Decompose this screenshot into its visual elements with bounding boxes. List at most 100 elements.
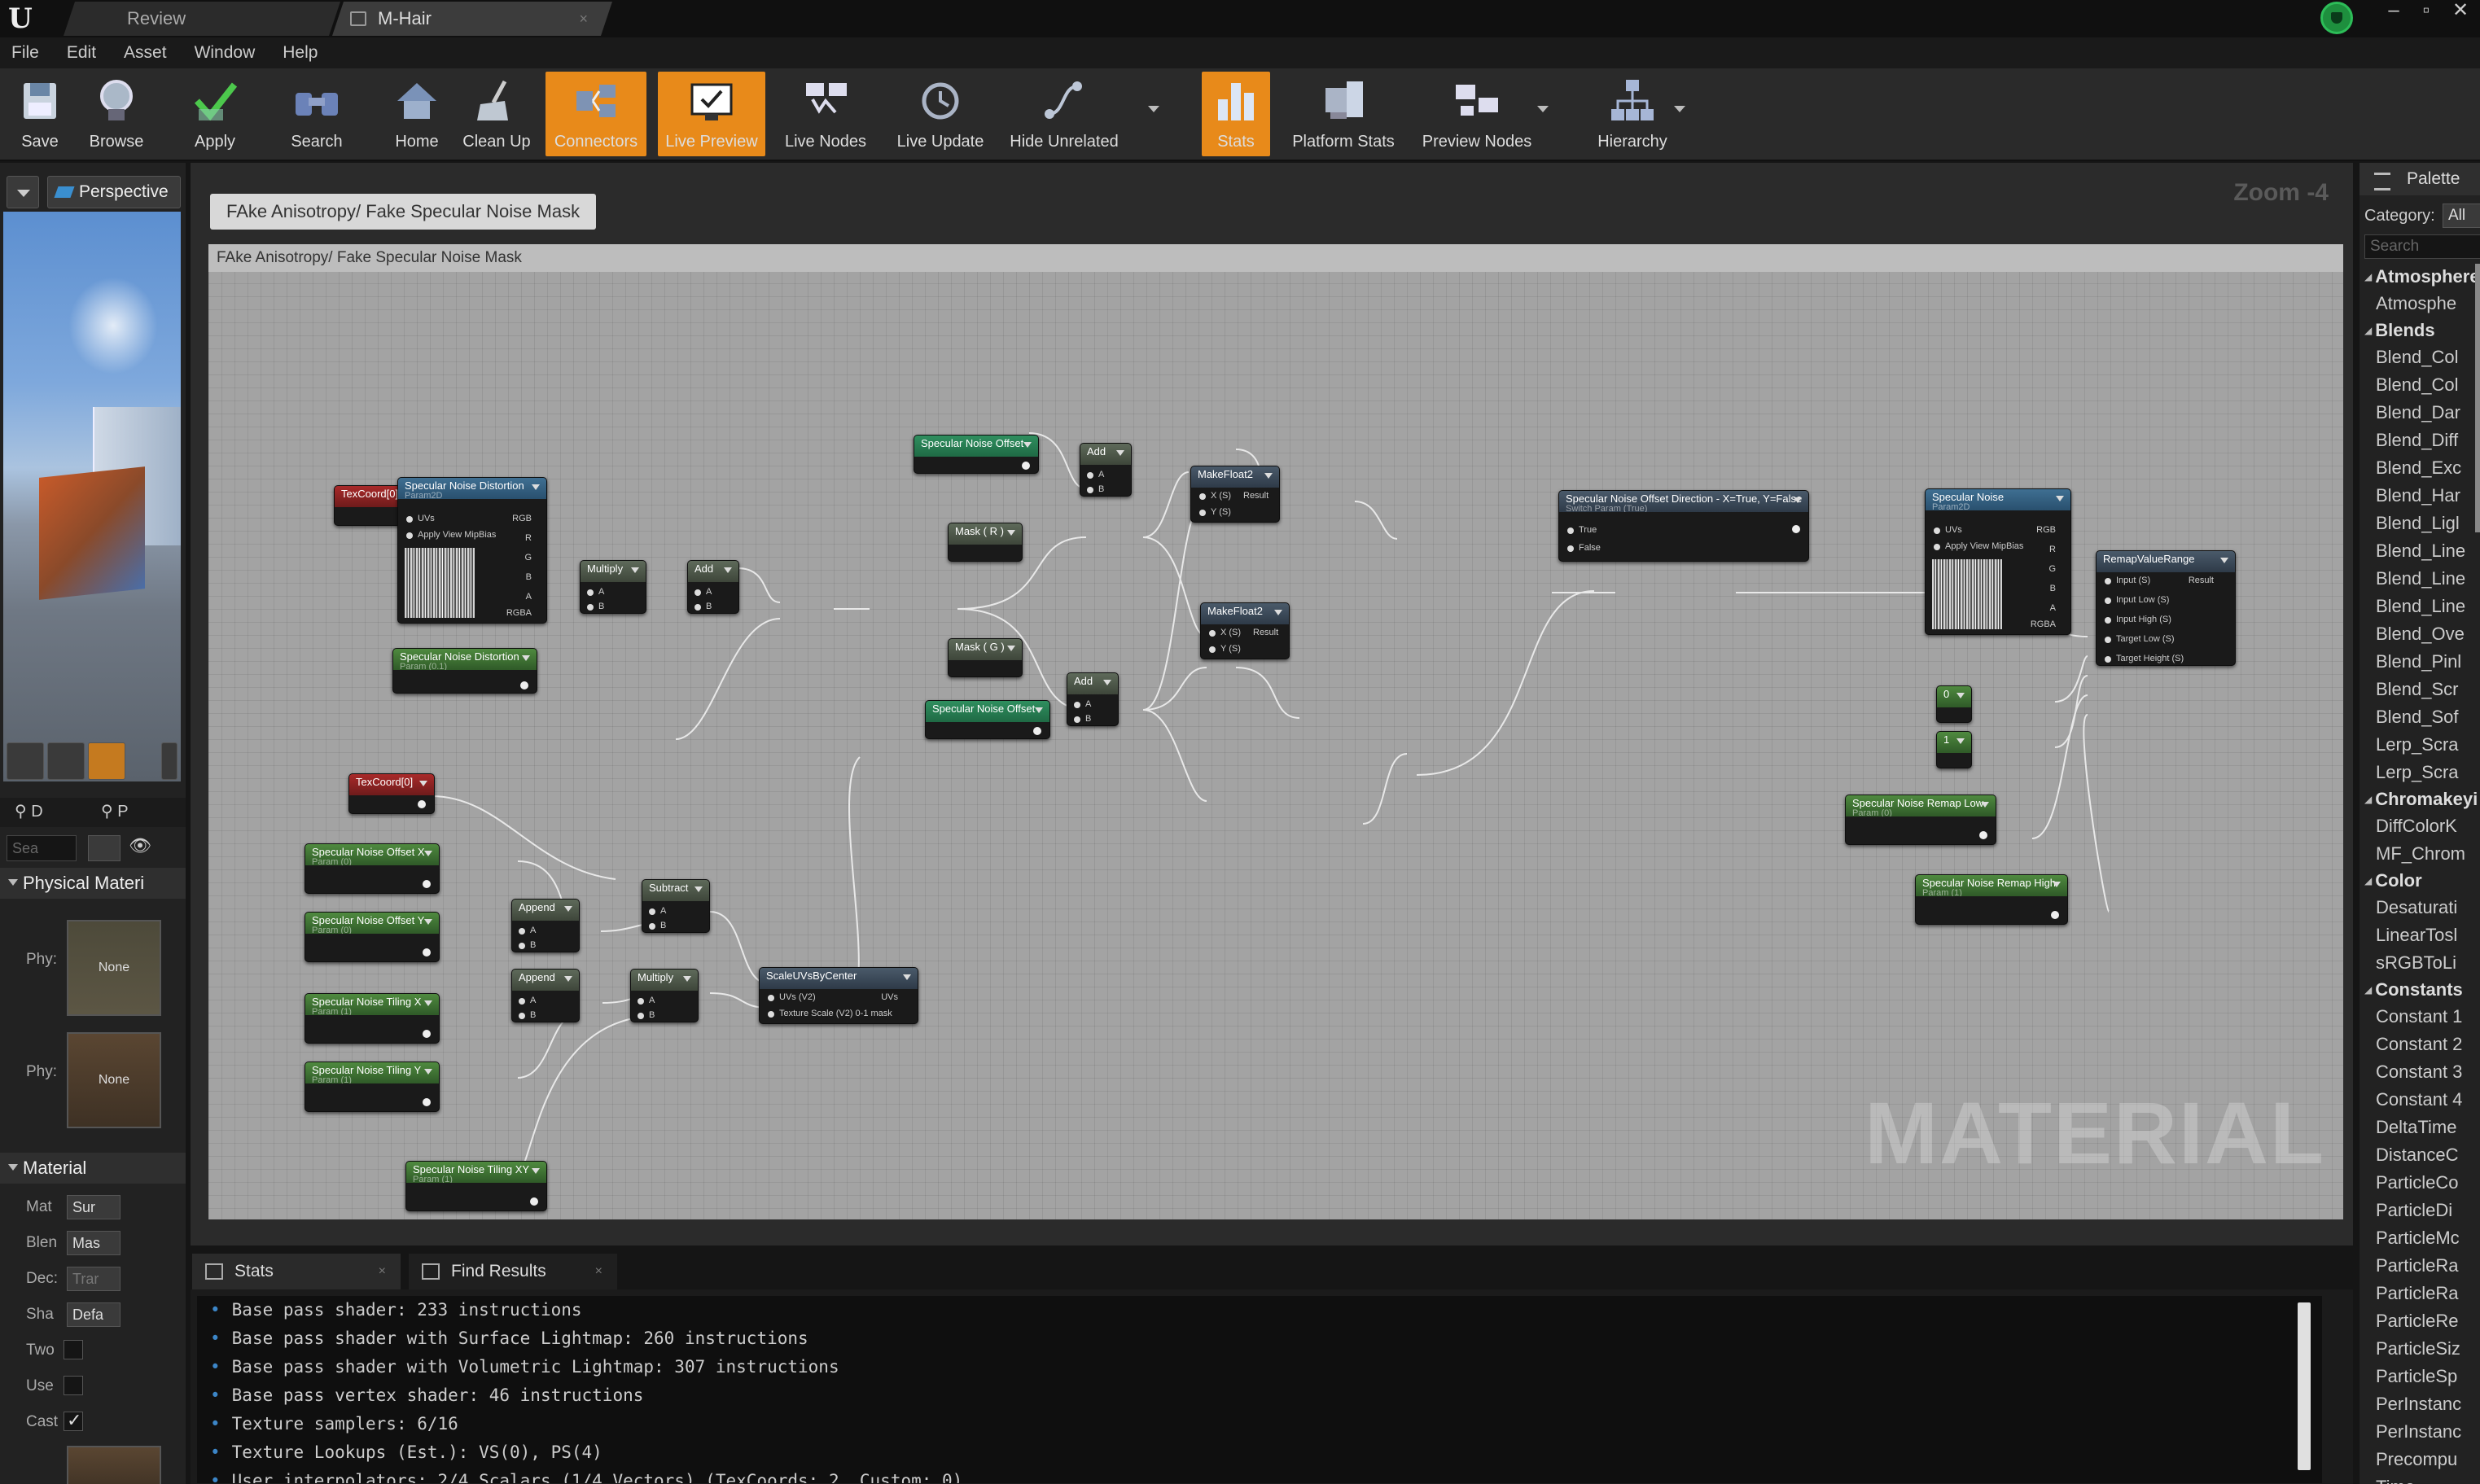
palette-item[interactable]: MF_Chrom (2360, 840, 2480, 868)
output-pin[interactable] (520, 681, 528, 689)
maximize-icon[interactable]: ▫ (2410, 0, 2443, 23)
material-domain-combo[interactable]: Sur (67, 1195, 120, 1219)
palette-item[interactable]: Blend_Col (2360, 344, 2480, 371)
palette-item[interactable]: Constant 1 (2360, 1003, 2480, 1031)
output-pin[interactable] (530, 1197, 538, 1206)
multiply-node-1[interactable]: Multiply A B (580, 560, 646, 614)
specular-noise-offset-direction-switch-node[interactable]: Specular Noise Offset Direction - X=True… (1558, 490, 1809, 562)
browse-button[interactable]: Browse (80, 72, 153, 156)
scale-uvs-by-center-node[interactable]: ScaleUVsByCenter UVs (V2) Texture Scale … (759, 967, 918, 1024)
apply-button[interactable]: Apply (181, 72, 249, 156)
output-pin[interactable] (423, 948, 431, 957)
palette-item[interactable]: Blend_Dar (2360, 399, 2480, 427)
palette-item[interactable]: ParticleSp (2360, 1363, 2480, 1390)
tab-palette[interactable]: Palette (2360, 163, 2480, 195)
palette-item[interactable]: Lerp_Scra (2360, 731, 2480, 759)
viewport-options-dropdown[interactable] (7, 176, 39, 208)
cube-preview-icon[interactable] (161, 742, 177, 780)
close-stats-tab-icon[interactable]: × (379, 1254, 386, 1289)
visibility-eye-icon[interactable]: 👁 (129, 835, 174, 861)
palette-item[interactable]: sRGBToLi (2360, 949, 2480, 977)
palette-item[interactable]: Lerp_Scra (2360, 759, 2480, 786)
output-pin[interactable] (1792, 525, 1800, 533)
multiply-node-2[interactable]: Multiply A B (630, 969, 699, 1022)
texcoord-node-2[interactable]: TexCoord[0] (348, 773, 435, 814)
palette-item[interactable]: ParticleRa (2360, 1280, 2480, 1307)
save-button[interactable]: Save (5, 72, 75, 156)
output-pin[interactable] (423, 1098, 431, 1106)
phys-material-mask-thumb[interactable]: None (67, 1032, 161, 1128)
specular-noise-tiling-xy-node[interactable]: Specular Noise Tiling XY Param (1) (405, 1161, 547, 1211)
decal-response-combo[interactable]: Trar (67, 1267, 120, 1291)
category-dropdown[interactable]: All (2443, 204, 2480, 228)
specular-noise-remap-low-node[interactable]: Specular Noise Remap Low Param (0) (1845, 795, 1996, 845)
palette-item[interactable]: Blend_Ove (2360, 620, 2480, 648)
live-nodes-button[interactable]: Live Nodes (777, 72, 874, 156)
mask-r-node[interactable]: Mask ( R ) (948, 523, 1023, 562)
palette-item[interactable]: DistanceC (2360, 1141, 2480, 1169)
palette-item[interactable]: PerInstanc (2360, 1418, 2480, 1446)
cylinder-preview-icon[interactable] (7, 742, 44, 780)
phys-material-thumb[interactable]: None (67, 920, 161, 1016)
constant-0-node[interactable]: 0 (1936, 685, 1972, 723)
connectors-button[interactable]: Connectors (546, 72, 646, 156)
live-update-button[interactable]: Live Update (887, 72, 993, 156)
palette-item[interactable]: Blend_Line (2360, 593, 2480, 620)
tab-details[interactable]: ⚲ D (15, 801, 43, 821)
close-window-icon[interactable]: ✕ (2444, 0, 2477, 23)
palette-item[interactable]: Blend_Ligl (2360, 510, 2480, 537)
add-node-3[interactable]: Add A B (1067, 672, 1119, 726)
home-button[interactable]: Home (384, 72, 449, 156)
cast-ray-traced-shadows-checkbox[interactable] (64, 1410, 83, 1431)
palette-item[interactable]: Atmosphe (2360, 290, 2480, 317)
stats-scrollbar[interactable] (2298, 1302, 2311, 1470)
add-node-2[interactable]: Add A B (1080, 443, 1132, 497)
specular-noise-offset-x-node[interactable]: Specular Noise Offset X Param (0) (305, 843, 440, 894)
physical-material-section[interactable]: Physical Materi (0, 868, 186, 899)
property-matrix-icon[interactable] (88, 835, 120, 861)
palette-item[interactable]: Blend_Diff (2360, 427, 2480, 454)
palette-category[interactable]: Blends (2360, 317, 2480, 344)
specular-noise-remap-high-node[interactable]: Specular Noise Remap High Param (1) (1915, 874, 2068, 925)
hide-unrelated-button[interactable]: Hide Unrelated (1003, 72, 1125, 156)
makefloat2-node-1[interactable]: MakeFloat2 X (S) Y (S) Result (1190, 466, 1280, 523)
palette-item[interactable]: ParticleMc (2360, 1224, 2480, 1252)
palette-category[interactable]: Constants (2360, 977, 2480, 1003)
use-material-attributes-checkbox[interactable] (64, 1376, 83, 1395)
palette-item[interactable]: ParticleRa (2360, 1252, 2480, 1280)
stats-output[interactable]: • Base pass shader: 233 instructions • Bas… (197, 1296, 2322, 1483)
specular-noise-tiling-x-node[interactable]: Specular Noise Tiling X Param (1) (305, 993, 440, 1044)
hierarchy-options-caret[interactable] (1674, 106, 1685, 112)
palette-item[interactable]: ParticleRe (2360, 1307, 2480, 1335)
palette-item[interactable]: Blend_Line (2360, 565, 2480, 593)
output-pin[interactable] (1979, 831, 1987, 839)
palette-item[interactable]: Desaturati (2360, 894, 2480, 921)
palette-item[interactable]: Blend_Col (2360, 371, 2480, 399)
perspective-button[interactable]: Perspective (47, 176, 181, 208)
palette-item[interactable]: Time (2360, 1473, 2480, 1484)
search-button[interactable]: Search (282, 72, 352, 156)
subsurface-profile-thumb[interactable] (67, 1446, 161, 1484)
output-pin[interactable] (1033, 727, 1041, 735)
palette-category[interactable]: Chromakeyi (2360, 786, 2480, 812)
palette-item[interactable]: Constant 3 (2360, 1058, 2480, 1086)
palette-item[interactable]: Blend_Line (2360, 537, 2480, 565)
palette-item[interactable]: Precompu (2360, 1446, 2480, 1473)
live-preview-button[interactable]: Live Preview (658, 72, 765, 156)
close-find-results-tab-icon[interactable]: × (595, 1254, 602, 1289)
platform-stats-button[interactable]: Platform Stats (1282, 72, 1405, 156)
two-sided-checkbox[interactable] (64, 1340, 83, 1359)
minimize-icon[interactable]: – (2377, 0, 2410, 23)
palette-item[interactable]: Blend_Har (2360, 482, 2480, 510)
tab-m-hair[interactable]: M-Hair × (332, 2, 612, 36)
tab-find-results[interactable]: Find Results × (409, 1254, 617, 1289)
add-node-1[interactable]: Add A B (687, 560, 739, 614)
specular-noise-distortion-param-node[interactable]: Specular Noise Distortion Param (0.1) (392, 648, 537, 694)
palette-item[interactable]: DeltaTime (2360, 1114, 2480, 1141)
close-tab-icon[interactable]: × (579, 2, 588, 36)
material-graph[interactable]: FAke Anisotropy/ Fake Specular Noise Mas… (191, 163, 2353, 1245)
tab-stats[interactable]: Stats × (192, 1254, 401, 1289)
palette-item[interactable]: LinearTosl (2360, 921, 2480, 949)
viewport-scene[interactable]: Z (3, 212, 181, 781)
subtract-node[interactable]: Subtract A B (642, 879, 710, 933)
